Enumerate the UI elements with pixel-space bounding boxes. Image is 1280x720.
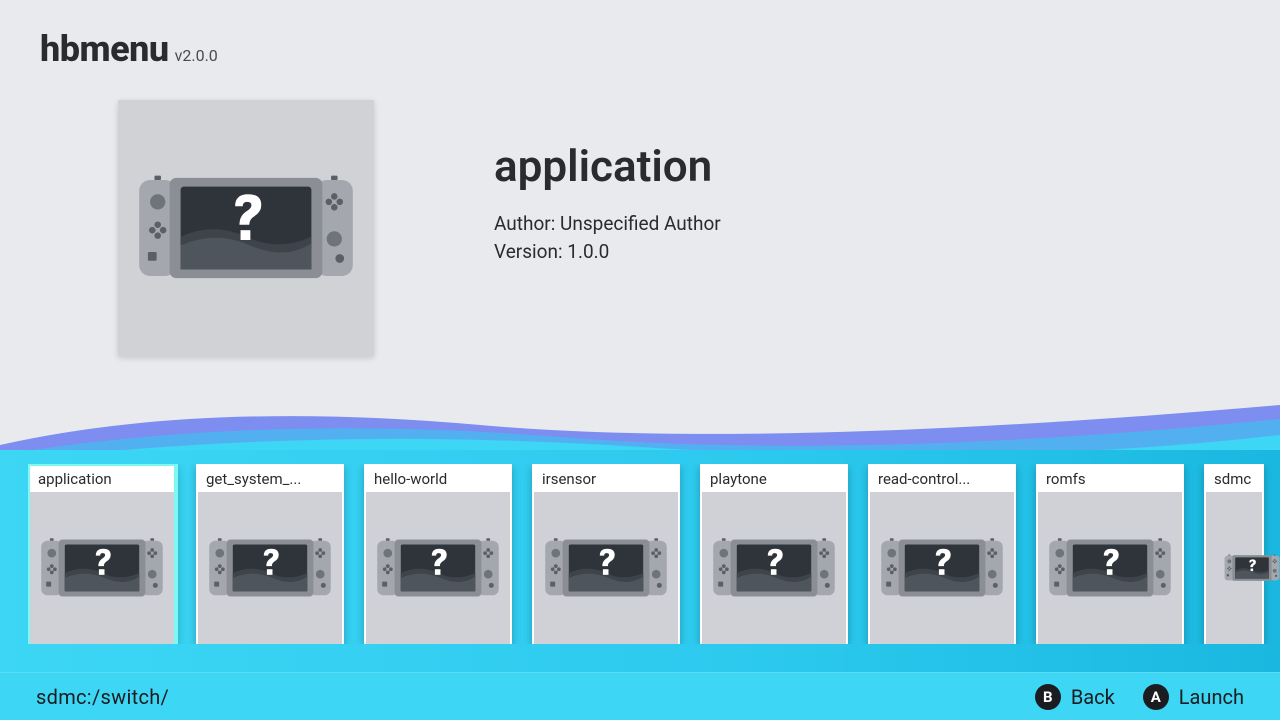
app-card-icon <box>534 492 678 644</box>
detail-app-name: application <box>494 140 721 192</box>
app-card-icon <box>702 492 846 644</box>
app-card-label-bar: romfs <box>1038 466 1182 492</box>
app-card-label: hello-world <box>374 470 502 488</box>
app-card[interactable]: read-control... <box>868 464 1016 644</box>
detail-version-label: Version: <box>494 240 563 263</box>
b-button-icon: B <box>1035 684 1061 710</box>
app-card-icon <box>1038 492 1182 644</box>
app-card-label-bar: sdmc <box>1206 466 1262 492</box>
app-card-label: romfs <box>1046 470 1174 488</box>
app-version: v2.0.0 <box>175 46 218 65</box>
app-card-label: application <box>38 470 166 488</box>
app-carousel[interactable]: application get_system_... hello-world irse… <box>28 464 1280 644</box>
app-card[interactable]: application <box>28 464 176 644</box>
footer-path: sdmc:/switch/ <box>36 685 169 709</box>
launch-button[interactable]: A Launch <box>1143 684 1244 710</box>
app-card[interactable]: irsensor <box>532 464 680 644</box>
detail-author-label: Author: <box>494 212 555 235</box>
app-card-label-bar: hello-world <box>366 466 510 492</box>
a-button-icon: A <box>1143 684 1169 710</box>
detail-author-value: Unspecified Author <box>560 212 721 235</box>
app-card-label-bar: get_system_... <box>198 466 342 492</box>
detail-author-line: Author: Unspecified Author <box>494 210 721 238</box>
app-card-label: read-control... <box>878 470 1006 488</box>
detail-panel: application Author: Unspecified Author V… <box>118 100 721 356</box>
app-card[interactable]: hello-world <box>364 464 512 644</box>
app-card-icon <box>366 492 510 644</box>
back-label: Back <box>1071 685 1115 709</box>
detail-version-value: 1.0.0 <box>567 240 609 263</box>
app-card-icon <box>870 492 1014 644</box>
app-card-icon <box>198 492 342 644</box>
app-card-label: get_system_... <box>206 470 334 488</box>
app-card-label: sdmc <box>1214 470 1254 488</box>
detail-version-line: Version: 1.0.0 <box>494 238 721 266</box>
back-button[interactable]: B Back <box>1035 684 1115 710</box>
app-card-label-bar: irsensor <box>534 466 678 492</box>
detail-icon <box>118 100 374 356</box>
detail-text: application Author: Unspecified Author V… <box>494 100 721 356</box>
app-card-icon <box>1206 492 1262 644</box>
footer-buttons: B Back A Launch <box>1035 684 1244 710</box>
app-card[interactable]: playtone <box>700 464 848 644</box>
app-card[interactable]: romfs <box>1036 464 1184 644</box>
app-card-label: irsensor <box>542 470 670 488</box>
app-card-label-bar: application <box>30 466 174 492</box>
app-card-label-bar: playtone <box>702 466 846 492</box>
app-card-label-bar: read-control... <box>870 466 1014 492</box>
footer-bar: sdmc:/switch/ B Back A Launch <box>0 672 1280 720</box>
app-card-icon <box>30 492 174 644</box>
app-card-label: playtone <box>710 470 838 488</box>
app-card[interactable]: get_system_... <box>196 464 344 644</box>
launch-label: Launch <box>1179 685 1244 709</box>
header: hbmenu v2.0.0 <box>40 28 218 70</box>
app-card[interactable]: sdmc <box>1204 464 1264 644</box>
app-title: hbmenu <box>40 28 169 70</box>
